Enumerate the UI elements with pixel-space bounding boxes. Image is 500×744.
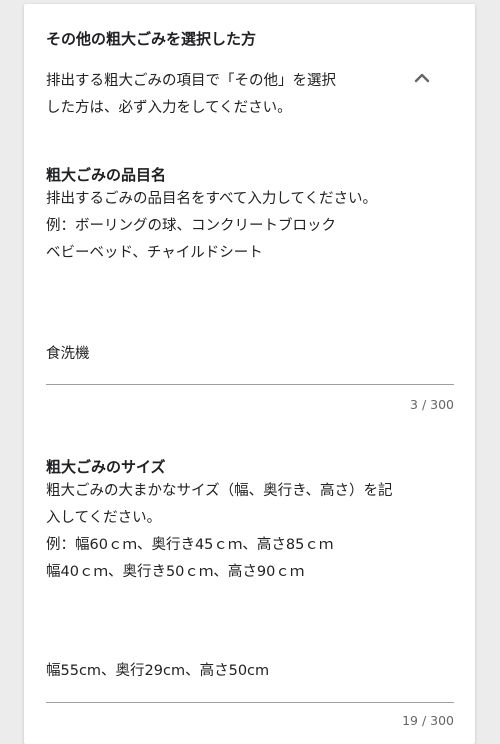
item-name-answer-field[interactable]: 食洗機 [46,342,454,363]
help-line: 幅40ｃｍ、奥行き50ｃｍ、高さ90ｃｍ [46,564,305,580]
help-line: 例：ボーリングの球、コンクリートブロック [46,218,336,234]
size-field-underline [46,702,454,703]
section-title: その他の粗大ごみを選択した方 [46,30,257,48]
size-char-counter: 19 / 300 [402,713,454,728]
help-line: 例：幅60ｃｍ、奥行き45ｃｍ、高さ85ｃｍ [46,537,334,553]
section-description: 排出する粗大ごみの項目で「その他」を選択 した方は、必ず入力をしてください。 [46,68,406,122]
size-answer-field[interactable]: 幅55cm、奥行29cm、高さ50cm [46,659,454,680]
help-line: 排出するごみの品目名をすべて入力してください。 [46,191,378,207]
section-description-line: した方は、必ず入力をしてください。 [46,100,292,116]
item-name-char-counter: 3 / 300 [410,397,454,412]
question-help-size: 粗大ごみの大まかなサイズ（幅、奥行き、高さ）を記 入してください。 例：幅60ｃ… [46,478,456,586]
collapse-button[interactable] [408,64,436,92]
help-line: 粗大ごみの大まかなサイズ（幅、奥行き、高さ）を記 [46,483,393,499]
question-help-item-name: 排出するごみの品目名をすべて入力してください。 例：ボーリングの球、コンクリート… [46,186,456,267]
item-name-field-underline [46,384,454,385]
question-title-size: 粗大ごみのサイズ [46,458,166,476]
help-line: 入してください。 [46,510,162,526]
help-line: ベビーベッド、チャイルドシート [46,245,263,261]
section-description-line: 排出する粗大ごみの項目で「その他」を選択 [46,73,336,89]
chevron-up-icon [414,73,430,83]
form-card: その他の粗大ごみを選択した方 排出する粗大ごみの項目で「その他」を選択 した方は… [24,4,475,744]
question-title-item-name: 粗大ごみの品目名 [46,166,167,184]
